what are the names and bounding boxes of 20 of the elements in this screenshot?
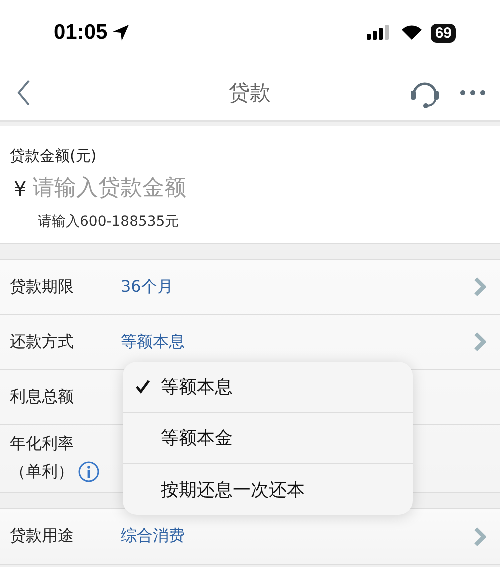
row-label: 年化利率 — [10, 434, 75, 455]
select-row[interactable]: 贷款期限 36个月 — [0, 260, 500, 315]
menu-option[interactable]: 等额本金 — [123, 413, 413, 464]
row-label: 还款方式 — [10, 332, 75, 352]
row-value: 等额本息 — [121, 332, 186, 352]
amount-input-field[interactable]: 请输入贷款金额 — [32, 176, 293, 201]
battery-level: 69 — [431, 24, 456, 42]
amount-label: 贷款金额(元) — [10, 147, 97, 165]
row-label: 贷款期限 — [10, 276, 75, 298]
row-value: 36个月 — [121, 276, 174, 298]
row-sublabel: （单利） — [10, 462, 74, 482]
amount-hint: 请输入600-188535元 — [38, 213, 180, 231]
clock-time: 01:05 — [54, 21, 108, 45]
page-title: 贷款 — [229, 81, 271, 105]
menu-option[interactable]: 等额本息 — [123, 362, 413, 413]
currency-symbol: ¥ — [14, 176, 27, 200]
select-row[interactable]: 贷款用途 综合消费 — [0, 509, 500, 564]
row-label: 利息总额 — [10, 386, 75, 408]
row-value: 综合消费 — [121, 526, 186, 547]
row-label: 贷款用途 — [10, 526, 75, 547]
